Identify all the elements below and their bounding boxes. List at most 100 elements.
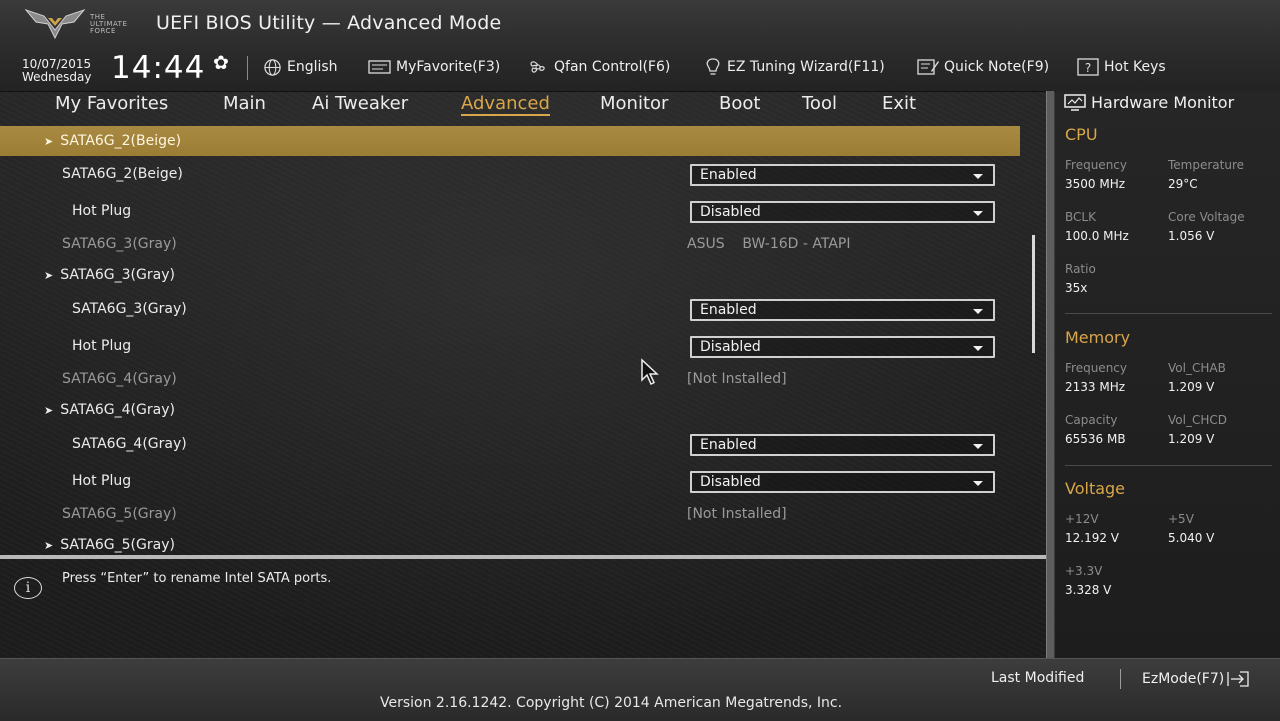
hot-keys-label: Hot Keys [1104, 59, 1166, 75]
gear-icon[interactable]: ✿ [213, 52, 229, 74]
cpu-section-title: CPU [1065, 125, 1098, 144]
weekday: Wednesday [22, 70, 92, 84]
v12-label: +12V [1065, 512, 1099, 526]
capacity-value: 65536 MB [1065, 432, 1126, 446]
info-row: SATA6G_4(Gray) [Not Installed] [0, 364, 1020, 394]
language-button[interactable]: English [263, 58, 338, 76]
qfan-control-button[interactable]: Qfan Control(F6) [527, 58, 670, 76]
cpu-temperature-label: Temperature [1168, 158, 1245, 172]
dropdown-value: Enabled [700, 302, 757, 318]
mouse-cursor-icon [640, 358, 662, 390]
date-display: 10/07/2015 Wednesday [22, 58, 91, 84]
port-enable-dropdown[interactable]: Enabled [690, 164, 995, 186]
submenu-row[interactable]: ➤ SATA6G_5(Gray) [0, 530, 1020, 555]
submenu-row[interactable]: ➤ SATA6G_3(Gray) [0, 260, 1020, 290]
panel-divider [1046, 91, 1055, 658]
row-label: Hot Plug [72, 203, 132, 219]
row-label: SATA6G_3(Gray) [72, 301, 187, 317]
monitor-icon [1064, 93, 1086, 111]
hot-plug-dropdown[interactable]: Disabled [690, 336, 995, 358]
vol-chcd-label: Vol_CHCD [1168, 413, 1227, 427]
globe-icon [264, 58, 281, 76]
vol-chab-value: 1.209 V [1168, 380, 1215, 394]
row-label: SATA6G_4(Gray) [62, 371, 177, 387]
caret-down-icon [973, 309, 983, 314]
arrow-right-icon: ➤ [44, 135, 54, 148]
cpu-temperature-value: 29°C [1168, 177, 1198, 191]
clock[interactable]: 14:44 [111, 50, 205, 86]
row-value: [Not Installed] [687, 506, 787, 522]
dropdown-value: Disabled [700, 204, 761, 220]
ez-tuning-wizard-button[interactable]: EZ Tuning Wizard(F11) [704, 58, 885, 76]
row-label: SATA6G_3(Gray) [62, 236, 177, 252]
bclk-label: BCLK [1065, 210, 1096, 224]
help-text: Press “Enter” to rename Intel SATA ports… [62, 571, 332, 586]
lightbulb-icon [706, 58, 720, 75]
myfavorite-button[interactable]: MyFavorite(F3) [368, 58, 500, 76]
hot-plug-dropdown[interactable]: Disabled [690, 471, 995, 493]
logo-text: THE ULTIMATE FORCE [90, 13, 128, 35]
divider [247, 56, 248, 80]
language-label: English [287, 59, 338, 75]
footer: Last Modified EzMode(F7) Version 2.16.12… [0, 658, 1280, 721]
scrollbar-thumb[interactable] [1032, 235, 1035, 353]
info-icon: i [14, 577, 42, 599]
myfavorite-label: MyFavorite(F3) [396, 59, 501, 75]
ezmode-button[interactable]: EzMode(F7) [1142, 670, 1252, 688]
core-voltage-label: Core Voltage [1168, 210, 1245, 224]
row-label: SATA6G_2(Beige) [62, 166, 183, 182]
tab-ai-tweaker[interactable]: Ai Tweaker [312, 93, 408, 114]
tuf-logo: THE ULTIMATE FORCE [22, 6, 140, 42]
divider [1065, 313, 1272, 314]
tab-monitor[interactable]: Monitor [600, 93, 668, 114]
arrow-right-icon: ➤ [44, 269, 54, 282]
memory-frequency-value: 2133 MHz [1065, 380, 1126, 394]
voltage-section-title: Voltage [1065, 479, 1126, 498]
row-label: SATA6G_2(Beige) [60, 133, 182, 149]
port-enable-dropdown[interactable]: Enabled [690, 434, 995, 456]
caret-down-icon [973, 444, 983, 449]
hot-plug-dropdown[interactable]: Disabled [690, 201, 995, 223]
tab-my-favorites[interactable]: My Favorites [55, 93, 168, 114]
tab-advanced[interactable]: Advanced [461, 93, 550, 116]
tab-exit[interactable]: Exit [882, 93, 916, 114]
vol-chab-label: Vol_CHAB [1168, 361, 1226, 375]
dropdown-value: Disabled [700, 474, 761, 490]
tab-main[interactable]: Main [223, 93, 266, 114]
caret-down-icon [973, 346, 983, 351]
row-label: SATA6G_3(Gray) [60, 267, 175, 283]
hot-keys-button[interactable]: ? Hot Keys [1077, 58, 1166, 76]
memory-frequency-label: Frequency [1065, 361, 1127, 375]
port-enable-dropdown[interactable]: Enabled [690, 299, 995, 321]
hardware-monitor-title: Hardware Monitor [1064, 93, 1234, 112]
row-label: SATA6G_5(Gray) [62, 506, 177, 522]
tab-boot[interactable]: Boot [719, 93, 760, 114]
bclk-value: 100.0 MHz [1065, 229, 1129, 243]
info-row: SATA6G_5(Gray) [Not Installed] [0, 499, 1020, 529]
vol-chcd-value: 1.209 V [1168, 432, 1215, 446]
hardware-monitor-panel: Hardware Monitor CPU Frequency Temperatu… [1056, 91, 1280, 658]
row-label: Hot Plug [72, 338, 132, 354]
v33-value: 3.328 V [1065, 583, 1112, 597]
info-row: SATA6G_3(Gray) ASUS BW-16D - ATAPI [0, 229, 1020, 259]
top-bar: THE ULTIMATE FORCE UEFI BIOS Utility — A… [0, 0, 1280, 92]
v12-value: 12.192 V [1065, 531, 1120, 545]
row-label: Hot Plug [72, 473, 132, 489]
last-modified-button[interactable]: Last Modified [991, 670, 1084, 686]
version-text: Version 2.16.1242. Copyright (C) 2014 Am… [380, 695, 843, 711]
arrow-right-icon: ➤ [44, 539, 54, 552]
submenu-row-selected[interactable]: ➤ SATA6G_2(Beige) [0, 126, 1020, 156]
memory-section-title: Memory [1065, 328, 1131, 347]
cpu-frequency-value: 3500 MHz [1065, 177, 1126, 191]
quick-note-button[interactable]: Quick Note(F9) [917, 58, 1049, 76]
divider [1065, 465, 1272, 466]
row-value: ASUS BW-16D - ATAPI [687, 236, 851, 252]
divider [0, 555, 1046, 559]
dropdown-value: Enabled [700, 437, 757, 453]
note-icon [917, 59, 939, 75]
submenu-row[interactable]: ➤ SATA6G_4(Gray) [0, 395, 1020, 425]
fan-icon [530, 61, 545, 73]
tab-tool[interactable]: Tool [802, 93, 837, 114]
divider [1120, 669, 1121, 689]
ez-tuning-label: EZ Tuning Wizard(F11) [727, 59, 885, 75]
